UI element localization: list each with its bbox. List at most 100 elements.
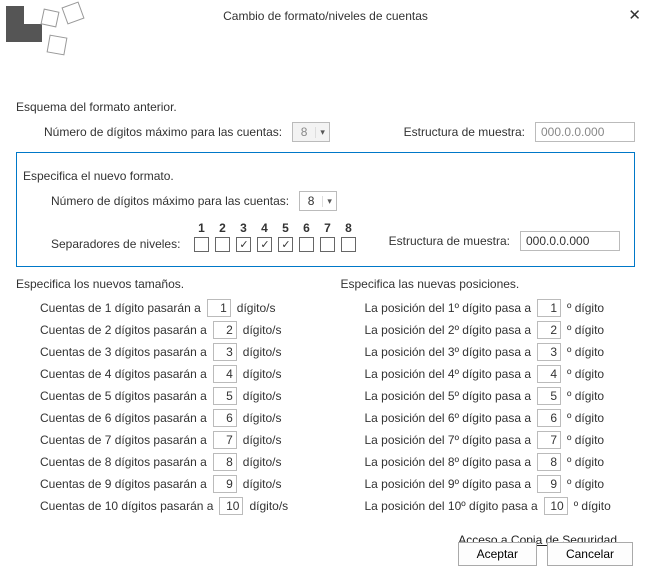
size-label: Cuentas de 2 dígitos pasarán a — [40, 323, 207, 337]
size-row: Cuentas de 4 dígitos pasarán a4dígito/s — [40, 365, 311, 383]
position-unit: º dígito — [567, 323, 604, 337]
position-unit: º dígito — [567, 345, 604, 359]
close-icon[interactable]: ✕ — [628, 6, 641, 24]
new-sample-value: 000.0.0.000 — [520, 231, 620, 251]
size-unit: dígito/s — [243, 477, 282, 491]
sep-checkbox-4[interactable]: ✓ — [257, 237, 272, 252]
size-input[interactable]: 10 — [219, 497, 243, 515]
size-row: Cuentas de 6 dígitos pasarán a6dígito/s — [40, 409, 311, 427]
size-label: Cuentas de 7 dígitos pasarán a — [40, 433, 207, 447]
position-input[interactable]: 9 — [537, 475, 561, 493]
position-row: La posición del 7º dígito pasa a 7 º dígit… — [365, 431, 636, 449]
separators-label: Separadores de niveles: — [51, 237, 180, 251]
new-sample-label: Estructura de muestra: — [389, 234, 510, 248]
new-max-digits-select[interactable]: 8 ▾ — [299, 191, 337, 211]
size-input[interactable]: 5 — [213, 387, 237, 405]
size-label: Cuentas de 8 dígitos pasarán a — [40, 455, 207, 469]
ok-button[interactable]: Aceptar — [458, 542, 537, 566]
position-label: La posición del 9º dígito pasa a — [365, 477, 532, 491]
position-label: La posición del 8º dígito pasa a — [365, 455, 532, 469]
size-unit: dígito/s — [243, 433, 282, 447]
size-input[interactable]: 3 — [213, 343, 237, 361]
position-label: La posición del 10º dígito pasa a — [365, 499, 538, 513]
position-label: La posición del 6º dígito pasa a — [365, 411, 532, 425]
size-unit: dígito/s — [243, 367, 282, 381]
sep-checkbox-2[interactable] — [215, 237, 230, 252]
chevron-down-icon: ▾ — [322, 196, 336, 207]
size-input[interactable]: 6 — [213, 409, 237, 427]
size-label: Cuentas de 10 dígitos pasarán a — [40, 499, 213, 513]
sep-checkbox-6[interactable] — [299, 237, 314, 252]
position-input[interactable]: 8 — [537, 453, 561, 471]
size-unit: dígito/s — [243, 389, 282, 403]
sep-checkbox-3[interactable]: ✓ — [236, 237, 251, 252]
new-max-digits-label: Número de dígitos máximo para las cuenta… — [51, 194, 289, 208]
size-input[interactable]: 9 — [213, 475, 237, 493]
size-input[interactable]: 7 — [213, 431, 237, 449]
prev-max-digits-select: 8 ▾ — [292, 122, 330, 142]
position-row: La posición del 2º dígito pasa a2º dígit… — [365, 321, 636, 339]
sizes-header: Especifica los nuevos tamaños. — [16, 277, 311, 291]
position-unit: º dígito — [567, 455, 604, 469]
sep-number: 2 — [216, 221, 228, 235]
size-row: Cuentas de 9 dígitos pasarán a 9 dígito/s — [40, 475, 311, 493]
size-row: Cuentas de 10 dígitos pasarán a 10 dígito/… — [40, 497, 311, 515]
size-row: Cuentas de 1 dígito pasarán a1dígito/s — [40, 299, 311, 317]
size-label: Cuentas de 5 dígitos pasarán a — [40, 389, 207, 403]
sep-number: 7 — [321, 221, 333, 235]
size-input[interactable]: 1 — [207, 299, 231, 317]
separators-group: 12345678 ✓✓✓ — [194, 221, 356, 252]
position-input[interactable]: 5 — [537, 387, 561, 405]
position-row: La posición del 4º dígito pasa a4º dígit… — [365, 365, 636, 383]
size-label: Cuentas de 1 dígito pasarán a — [40, 301, 201, 315]
sep-checkbox-5[interactable]: ✓ — [278, 237, 293, 252]
position-unit: º dígito — [567, 367, 604, 381]
position-input[interactable]: 3 — [537, 343, 561, 361]
position-row: La posición del 5º dígito pasa a5º dígit… — [365, 387, 636, 405]
position-input[interactable]: 10 — [544, 497, 568, 515]
size-row: Cuentas de 3 dígitos pasarán a3dígito/s — [40, 343, 311, 361]
sep-number: 8 — [342, 221, 354, 235]
position-row: La posición del 8º dígito pasa a 8 º dígit… — [365, 453, 636, 471]
position-input[interactable]: 6 — [537, 409, 561, 427]
size-input[interactable]: 2 — [213, 321, 237, 339]
sep-checkbox-7[interactable] — [320, 237, 335, 252]
size-input[interactable]: 4 — [213, 365, 237, 383]
size-unit: dígito/s — [243, 345, 282, 359]
size-input[interactable]: 8 — [213, 453, 237, 471]
titlebar: Cambio de formato/niveles de cuentas ✕ — [0, 0, 651, 32]
size-unit: dígito/s — [243, 411, 282, 425]
position-unit: º dígito — [567, 433, 604, 447]
position-input[interactable]: 4 — [537, 365, 561, 383]
position-unit: º dígito — [567, 301, 604, 315]
position-row: La posición del 9º dígito pasa a 9 º dígit… — [365, 475, 636, 493]
position-row: La posición del 6º dígito pasa a 6 º dígit… — [365, 409, 636, 427]
position-unit: º dígito — [567, 411, 604, 425]
window-title: Cambio de formato/niveles de cuentas — [223, 9, 428, 23]
prev-sample-value: 000.0.0.000 — [535, 122, 635, 142]
position-input[interactable]: 7 — [537, 431, 561, 449]
position-input[interactable]: 2 — [537, 321, 561, 339]
position-label: La posición del 7º dígito pasa a — [365, 433, 532, 447]
new-format-label: Especifica el nuevo formato. — [23, 169, 620, 183]
app-logo — [4, 4, 84, 60]
size-label: Cuentas de 9 dígitos pasarán a — [40, 477, 207, 491]
size-unit: dígito/s — [249, 499, 288, 513]
size-row: Cuentas de 8 dígitos pasarán a 8 dígito/s — [40, 453, 311, 471]
position-unit: º dígito — [567, 477, 604, 491]
prev-sample-label: Estructura de muestra: — [404, 125, 525, 139]
position-row: La posición del 10º dígito pasa a10º díg… — [365, 497, 636, 515]
sep-checkbox-1[interactable] — [194, 237, 209, 252]
size-row: Cuentas de 7 dígitos pasarán a 7 dígito/s — [40, 431, 311, 449]
position-unit: º dígito — [567, 389, 604, 403]
size-row: Cuentas de 2 dígitos pasarán a 2 dígito/s — [40, 321, 311, 339]
sep-number: 1 — [195, 221, 207, 235]
new-format-panel: Especifica el nuevo formato. Número de d… — [16, 152, 635, 267]
position-row: La posición del 1º dígito pasa a1º dígit… — [365, 299, 636, 317]
size-unit: dígito/s — [243, 455, 282, 469]
position-input[interactable]: 1 — [537, 299, 561, 317]
position-label: La posición del 3º dígito pasa a — [365, 345, 532, 359]
cancel-button[interactable]: Cancelar — [547, 542, 633, 566]
size-unit: dígito/s — [243, 323, 282, 337]
sep-checkbox-8[interactable] — [341, 237, 356, 252]
